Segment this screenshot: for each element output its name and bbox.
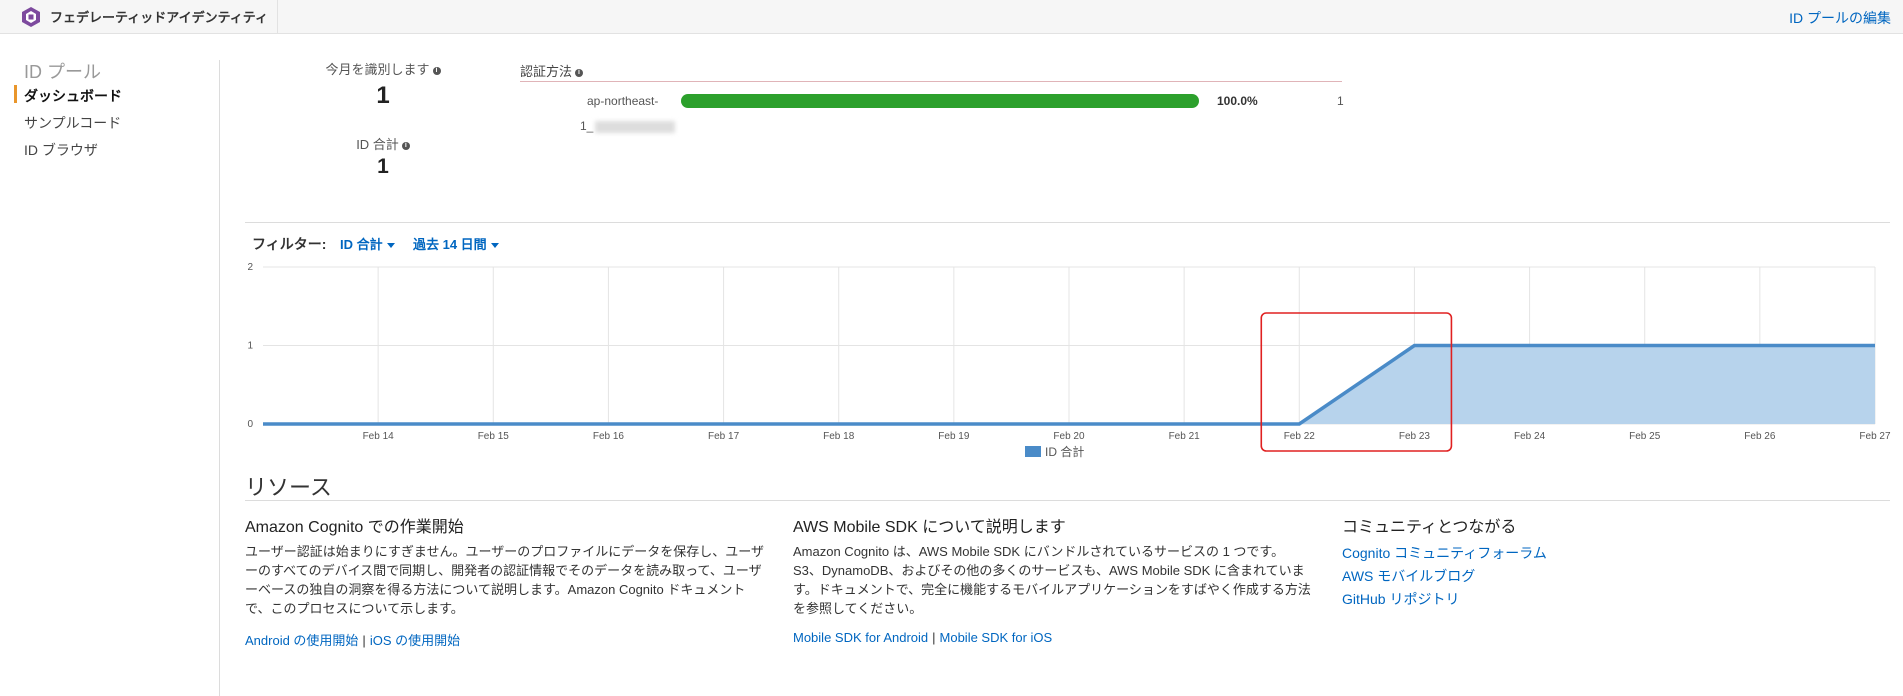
auth-methods-divider <box>520 81 1342 82</box>
ios-getting-started-link[interactable]: iOS の使用開始 <box>370 633 460 648</box>
sidebar-item-sample-code[interactable]: サンプルコード <box>24 113 121 133</box>
auth-progress-bar <box>681 94 1199 108</box>
y-tick-label: 2 <box>247 262 253 273</box>
monthly-identities-label: 今月を識別します i <box>303 59 463 78</box>
auth-methods-title-text: 認証方法 <box>520 64 573 79</box>
section-divider <box>245 222 1890 223</box>
info-icon[interactable]: i <box>575 68 584 77</box>
x-tick-label: Feb 24 <box>1514 431 1546 442</box>
link-separator: | <box>362 633 366 648</box>
x-tick-label: Feb 26 <box>1744 431 1776 442</box>
total-identities-label-text: ID 合計 <box>356 137 399 152</box>
getting-started-body: ユーザー認証は始まりにすぎません。ユーザーのプロファイルにデータを保存し、ユーザ… <box>245 544 764 616</box>
android-getting-started-link[interactable]: Android の使用開始 <box>245 633 358 648</box>
top-bar: フェデレーティッドアイデンティティ ID プールの編集 <box>0 0 1903 34</box>
mobile-sdk-links: Mobile SDK for Android | Mobile SDK for iO… <box>793 630 1052 645</box>
mobile-sdk-body: Amazon Cognito は、AWS Mobile SDK にバンドルされて… <box>793 544 1311 616</box>
x-tick-label: Feb 19 <box>938 431 970 442</box>
getting-started-title: Amazon Cognito での作業開始 <box>245 519 464 536</box>
sidebar-active-indicator <box>14 85 17 103</box>
info-icon[interactable]: i <box>401 141 410 150</box>
monthly-identities-label-text: 今月を識別します <box>325 62 430 77</box>
auth-percent: 100.0% <box>1217 94 1258 108</box>
metric-dropdown-label: ID 合計 <box>340 237 383 252</box>
sdk-ios-link[interactable]: Mobile SDK for iOS <box>940 630 1053 645</box>
redacted-pool-id <box>595 120 676 133</box>
legend-label: ID 合計 <box>1045 444 1084 459</box>
caret-down-icon <box>386 243 395 249</box>
identities-chart: 0 1 2 Feb 14 Feb 15 Feb 16 Feb 17 Feb 18 Feb 19 F… <box>247 262 1891 459</box>
sidebar-item-dashboard[interactable]: ダッシュボード <box>24 86 122 106</box>
resources-divider <box>245 500 1890 501</box>
getting-started-links: Android の使用開始 | iOS の使用開始 <box>245 630 460 649</box>
total-identities-value: 1 <box>377 155 389 178</box>
cognito-logo-icon <box>22 6 40 27</box>
filter-label: フィルター: <box>252 236 327 252</box>
sidebar-item-identity-browser[interactable]: ID ブラウザ <box>24 140 98 160</box>
x-tick-label: Feb 20 <box>1053 431 1085 442</box>
service-title: フェデレーティッドアイデンティティ <box>50 10 269 25</box>
x-tick-label: Feb 15 <box>478 431 510 442</box>
sidebar: ID プール ダッシュボード サンプルコード ID ブラウザ <box>0 34 220 696</box>
monthly-identities-value: 1 <box>376 82 390 109</box>
auth-count: 1 <box>1337 94 1344 108</box>
sdk-android-link[interactable]: Mobile SDK for Android <box>793 630 928 645</box>
x-tick-label: Feb 14 <box>363 431 395 442</box>
sidebar-heading: ID プール <box>24 62 102 82</box>
x-tick-label: Feb 16 <box>593 431 625 442</box>
github-repo-link[interactable]: GitHub リポジトリ <box>1342 589 1459 609</box>
auth-methods-title: 認証方法 i <box>520 61 584 80</box>
legend-swatch <box>1025 446 1041 457</box>
link-separator: | <box>932 630 936 645</box>
x-tick-label: Feb 27 <box>1859 431 1891 442</box>
x-tick-label: Feb 23 <box>1399 431 1431 442</box>
caret-down-icon <box>490 243 499 249</box>
auth-provider-name: ap-northeast- <box>587 94 659 108</box>
y-tick-label: 1 <box>247 341 253 352</box>
info-icon[interactable]: i <box>432 66 441 75</box>
community-forum-link[interactable]: Cognito コミュニティフォーラム <box>1342 543 1547 563</box>
mobile-sdk-title: AWS Mobile SDK について説明します <box>793 519 1066 536</box>
auth-provider-name-cont: 1_ <box>580 119 676 133</box>
x-tick-label: Feb 21 <box>1169 431 1201 442</box>
total-identities-label: ID 合計 i <box>303 134 463 153</box>
resources-title: リソース <box>245 475 332 500</box>
community-title: コミュニティとつながる <box>1342 519 1517 536</box>
mobile-blog-link[interactable]: AWS モバイルブログ <box>1342 566 1475 586</box>
auth-provider-name-prefix: 1_ <box>580 119 594 133</box>
service-brand[interactable]: フェデレーティッドアイデンティティ <box>0 0 278 33</box>
edit-identity-pool-link[interactable]: ID プールの編集 <box>1789 8 1891 28</box>
x-tick-label: Feb 25 <box>1629 431 1661 442</box>
metric-dropdown[interactable]: ID 合計 <box>340 234 395 253</box>
y-tick-label: 0 <box>247 419 253 430</box>
range-dropdown[interactable]: 過去 14 日間 <box>413 234 499 253</box>
sidebar-divider <box>219 60 220 696</box>
x-tick-label: Feb 22 <box>1284 431 1316 442</box>
range-dropdown-label: 過去 14 日間 <box>413 237 487 252</box>
x-tick-label: Feb 18 <box>823 431 855 442</box>
x-tick-label: Feb 17 <box>708 431 740 442</box>
